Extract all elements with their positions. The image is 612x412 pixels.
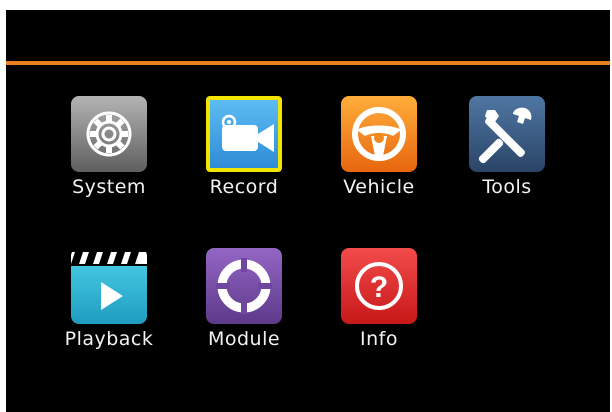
- menu-item-label: System: [72, 176, 146, 198]
- menu-item-tools[interactable]: Tools: [452, 96, 562, 206]
- clapperboard-play-icon: [71, 248, 147, 324]
- tools-icon: [469, 96, 545, 172]
- main-menu-screen: System Record Vehicle Tools Playback Mod…: [6, 10, 610, 412]
- menu-item-record[interactable]: Record: [189, 96, 299, 206]
- menu-item-label: Playback: [64, 328, 154, 350]
- menu-item-vehicle[interactable]: Vehicle: [324, 96, 434, 206]
- svg-text:?: ?: [370, 271, 388, 304]
- menu-item-label: Info: [360, 328, 398, 350]
- menu-item-label: Module: [207, 328, 281, 350]
- gear-icon: [71, 96, 147, 172]
- module-ring-icon: [206, 248, 282, 324]
- menu-item-module[interactable]: Module: [189, 248, 299, 358]
- menu-item-playback[interactable]: Playback: [54, 248, 164, 358]
- menu-item-system[interactable]: System: [54, 96, 164, 206]
- steering-wheel-icon: [341, 96, 417, 172]
- menu-item-label: Vehicle: [343, 176, 415, 198]
- question-icon: ?: [341, 248, 417, 324]
- menu-item-info[interactable]: ? Info: [324, 248, 434, 358]
- menu-item-label: Record: [209, 176, 279, 198]
- header-divider: [6, 61, 610, 65]
- menu-item-label: Tools: [482, 176, 532, 198]
- video-camera-icon: [206, 96, 282, 172]
